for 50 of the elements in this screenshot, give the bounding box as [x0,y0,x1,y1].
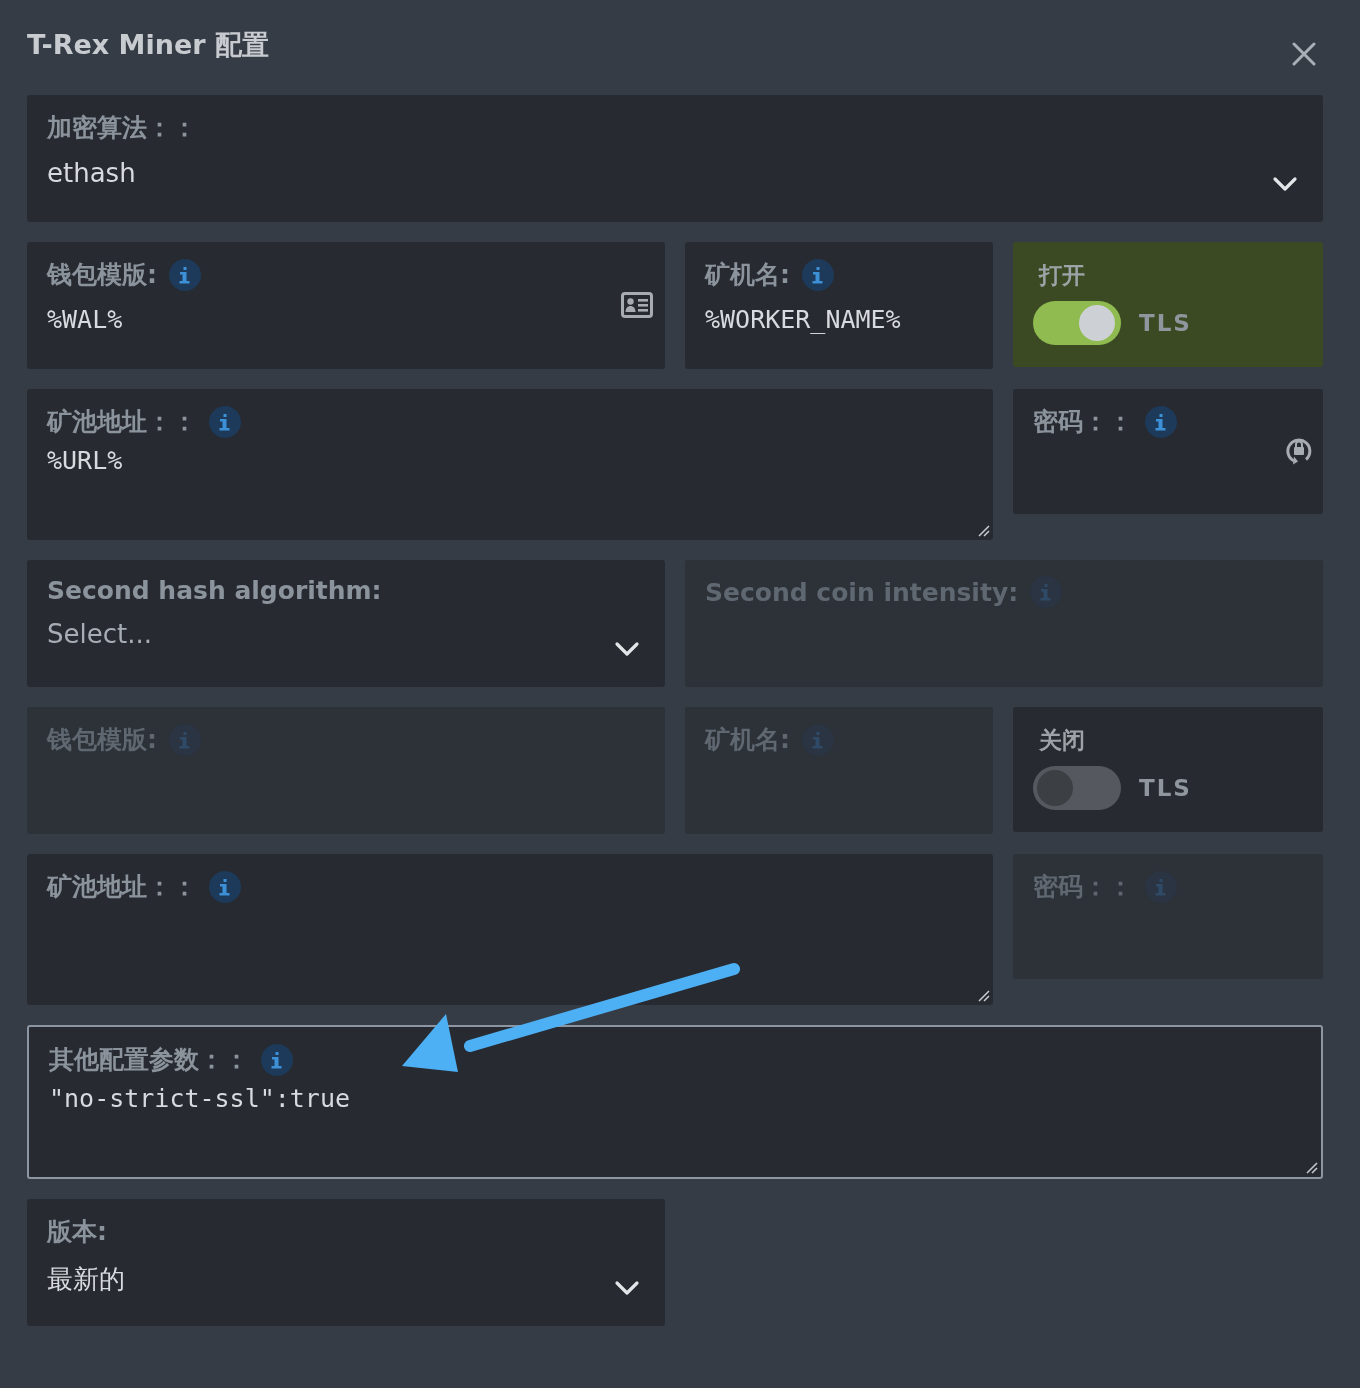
resize-handle-icon[interactable] [978,525,990,537]
field-label: Second hash algorithm: [47,576,382,605]
field-label: 其他配置参数：： [49,1044,249,1076]
info-icon[interactable] [209,870,241,903]
field-label: 矿机名: [705,259,790,291]
field-value: 最新的 [47,1264,125,1294]
toggle-label: TLS [1139,775,1192,801]
toggle-status: 打开 [1039,261,1086,290]
field-value: %URL% [47,446,123,475]
field-value: "no-strict-ssl":true [49,1084,351,1113]
input-field[interactable]: 钱包模版: %WAL% [27,242,665,369]
info-icon[interactable] [261,1043,293,1076]
toggle-label: TLS [1139,310,1192,336]
input-field[interactable]: 矿机名: %WORKER_NAME% [685,242,993,369]
chevron-down-icon [1272,176,1298,192]
dropdown[interactable]: 版本: 最新的 [27,1199,665,1326]
resize-handle-icon[interactable] [1306,1162,1318,1174]
toggle-switch[interactable] [1033,766,1121,810]
field-label: 矿池地址：： [47,871,197,903]
field-value: %WORKER_NAME% [705,305,901,334]
field-label: Second coin intensity: [705,577,1019,607]
chevron-down-icon [614,641,640,657]
dropdown[interactable]: Second hash algorithm: Select... [27,560,665,687]
info-icon[interactable] [209,405,241,438]
field-label: 矿机名: [705,724,790,756]
chevron-down-icon [614,1280,640,1296]
resize-handle-icon[interactable] [978,990,990,1002]
placeholder: Select... [47,619,152,649]
info-icon[interactable] [802,258,834,291]
toggle-status: 关闭 [1039,726,1086,755]
close-icon[interactable] [1292,42,1316,66]
field-label: 密码：： [1033,406,1133,438]
field-value: %WAL% [47,305,123,334]
contact-card-icon[interactable] [621,292,653,318]
toggle-switch[interactable] [1033,301,1121,345]
password-field[interactable]: 密码：： [1013,389,1323,514]
info-icon[interactable] [1145,405,1177,438]
field-label: 版本: [47,1216,107,1248]
field-label: 密码：： [1033,871,1133,903]
text-area[interactable]: 矿池地址：： %URL% [27,389,993,540]
dialog-title: T-Rex Miner 配置 [27,28,269,62]
text-area[interactable]: 矿池地址：： [27,854,993,1005]
info-icon[interactable] [169,258,201,291]
field-label: 钱包模版: [47,259,157,291]
text-area[interactable]: 其他配置参数：： "no-strict-ssl":true [27,1025,1323,1179]
field-label: 钱包模版: [47,724,157,756]
field-label: 矿池地址：： [47,406,197,438]
field-value: ethash [47,158,136,188]
field-label: 加密算法：： [47,112,197,144]
dropdown[interactable]: 加密算法：： ethash [27,95,1323,222]
